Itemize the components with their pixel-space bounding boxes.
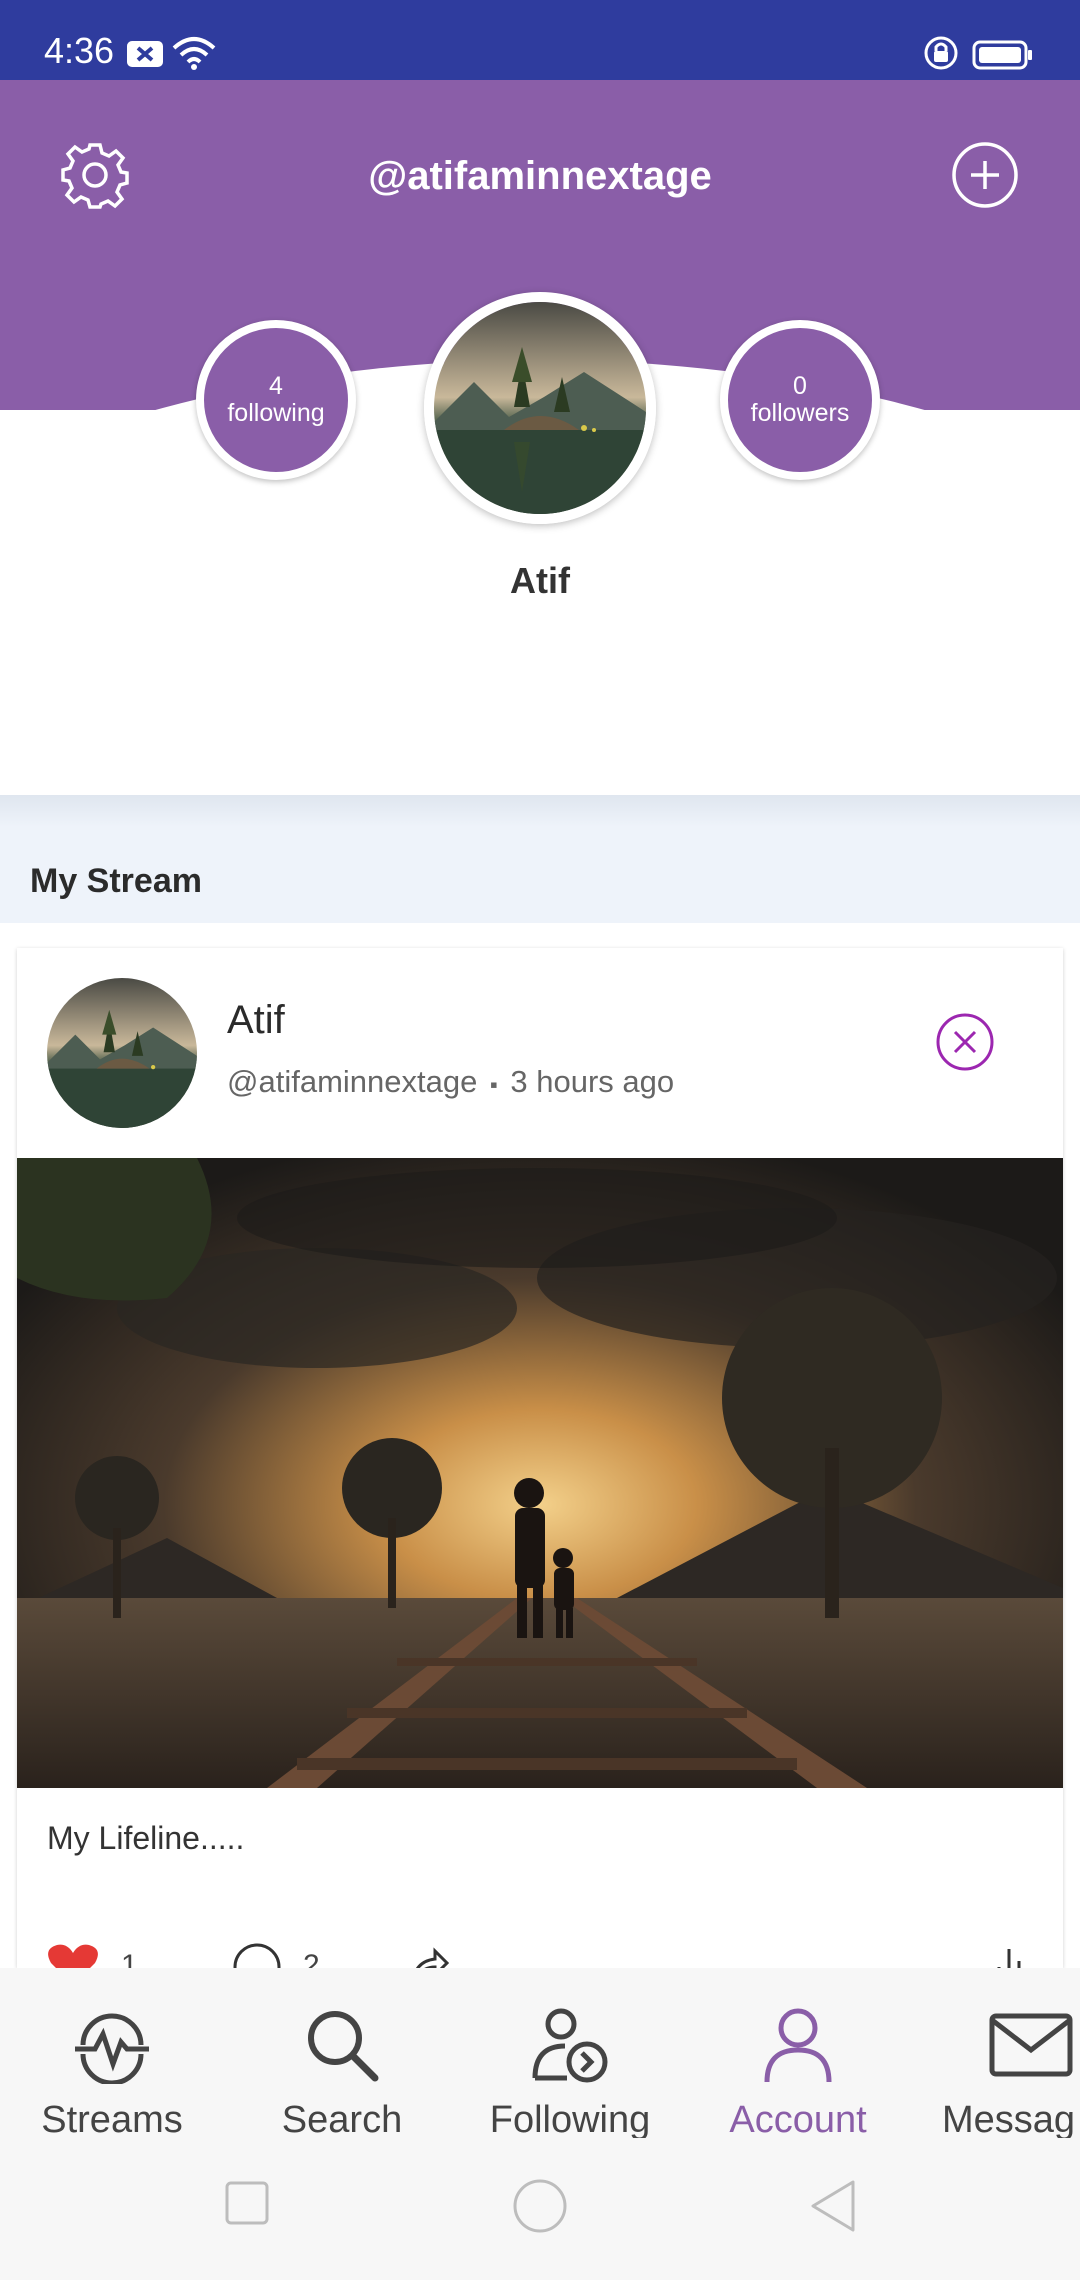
- following-count: 4: [269, 372, 283, 400]
- avatar-landscape-image: [47, 978, 197, 1128]
- post-meta: @atifaminnextage ▪ 3 hours ago: [227, 1064, 674, 1100]
- avatar-landscape-image: [434, 302, 646, 514]
- post-time: 3 hours ago: [510, 1064, 675, 1099]
- streams-icon: [75, 2013, 149, 2086]
- followers-count: 0: [793, 372, 807, 400]
- battery-icon: [972, 40, 1032, 70]
- post-actions: 1 2: [47, 1943, 1037, 1968]
- following-count-button[interactable]: 4 following: [196, 320, 356, 480]
- like-count: 1: [121, 1949, 138, 1968]
- following-label: following: [227, 399, 325, 427]
- message-icon: [127, 41, 163, 67]
- post-card: Atif @atifaminnextage ▪ 3 hours ago My L…: [17, 948, 1063, 1968]
- heart-icon[interactable]: [47, 1943, 99, 1968]
- system-navigation-bar: [0, 2138, 1080, 2280]
- followers-count-button[interactable]: 0 followers: [720, 320, 880, 480]
- post-author-avatar[interactable]: [47, 978, 197, 1128]
- nav-messages[interactable]: Messag: [920, 2006, 1080, 2142]
- lock-icon: [924, 36, 958, 70]
- comment-icon[interactable]: [231, 1943, 283, 1968]
- close-icon[interactable]: [935, 1012, 995, 1072]
- post-author-handle: @atifaminnextage: [227, 1064, 478, 1099]
- wifi-icon: [172, 37, 216, 70]
- home-icon[interactable]: [512, 2178, 568, 2234]
- nav-label-streams: Streams: [41, 2099, 183, 2141]
- profile-name: Atif: [510, 560, 570, 601]
- nav-streams[interactable]: Streams: [2, 2006, 222, 2142]
- section-title: My Stream: [30, 862, 202, 900]
- mail-icon: [989, 2013, 1073, 2077]
- bottom-navigation: Streams Search Following Account Messag: [0, 1968, 1080, 2141]
- nav-search[interactable]: Search: [232, 2006, 452, 2142]
- following-icon: [532, 2008, 608, 2083]
- comment-count: 2: [303, 1949, 320, 1968]
- nav-account[interactable]: Account: [688, 2006, 908, 2142]
- post-author-name[interactable]: Atif: [227, 998, 285, 1043]
- recents-icon[interactable]: [224, 2180, 270, 2226]
- followers-label: followers: [750, 399, 850, 427]
- nav-label-following: Following: [489, 2099, 651, 2141]
- account-icon: [764, 2008, 832, 2083]
- meta-separator: ▪: [489, 1072, 498, 1097]
- back-icon[interactable]: [808, 2178, 858, 2234]
- profile-summary: 4 following 0 followers Atif: [0, 80, 1080, 800]
- nav-following[interactable]: Following: [460, 2006, 680, 2142]
- share-icon[interactable]: [407, 1943, 451, 1968]
- nav-label-messages: Messag: [942, 2099, 1076, 2141]
- stats-icon[interactable]: [987, 1943, 1031, 1968]
- nav-label-account: Account: [729, 2099, 867, 2141]
- section-divider: [0, 795, 1080, 923]
- search-icon: [308, 2011, 379, 2082]
- status-time: 4:36: [44, 30, 115, 71]
- status-bar: 4:36: [0, 0, 1080, 80]
- post-caption: My Lifeline.....: [47, 1820, 245, 1856]
- nav-label-search: Search: [281, 2099, 403, 2141]
- post-image[interactable]: [17, 1158, 1063, 1788]
- railway-sunset-image: [17, 1158, 1063, 1788]
- avatar[interactable]: [424, 292, 656, 524]
